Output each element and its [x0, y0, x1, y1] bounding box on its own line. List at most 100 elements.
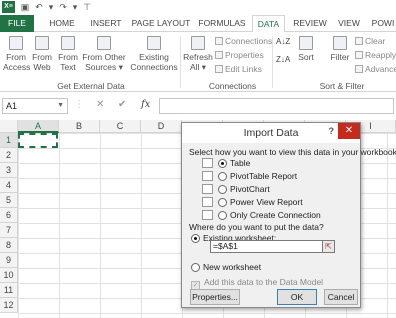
refresh-icon [191, 36, 205, 50]
sort-za-icon[interactable]: Z↓A [276, 54, 290, 65]
select-all-corner[interactable] [0, 120, 18, 133]
row-header[interactable]: 6 [0, 208, 18, 223]
properties-ribbon-button[interactable]: Properties [215, 50, 264, 61]
cell-reference-input[interactable]: =$A$1 [210, 240, 324, 253]
power-view-radio[interactable] [218, 198, 227, 207]
close-icon[interactable]: ✕ [338, 123, 360, 139]
view-option-table[interactable]: Table [202, 158, 250, 170]
row-header[interactable]: 5 [0, 193, 18, 208]
insert-function-icon[interactable]: fx [141, 99, 150, 110]
row-header[interactable]: 4 [0, 178, 18, 193]
view-option-pivottable[interactable]: PivotTable Report [202, 171, 297, 183]
column-header[interactable]: A [18, 120, 59, 133]
only-connection-radio[interactable] [218, 211, 227, 220]
data-model-checkbox[interactable]: ✓ Add this data to the Data Model [191, 277, 323, 290]
tab-data[interactable]: DATA [252, 15, 285, 33]
view-option-pivotchart[interactable]: PivotChart [202, 184, 270, 196]
existing-worksheet-radio[interactable] [191, 234, 200, 243]
column-header[interactable]: B [59, 120, 100, 133]
pivottable-icon [202, 171, 213, 181]
pivottable-radio[interactable] [218, 172, 227, 181]
connections-button[interactable]: Connections [215, 36, 272, 47]
row-header[interactable]: 1 [0, 133, 18, 148]
advanced-filter-button[interactable]: Advance [355, 64, 396, 75]
new-worksheet-radio[interactable] [191, 263, 200, 272]
properties-button[interactable]: Properties... [190, 289, 240, 305]
collapse-dialog-icon[interactable]: ⇱ [322, 240, 335, 253]
group-separator [180, 36, 181, 88]
undo-dropdown-icon[interactable]: ▾ [45, 1, 57, 13]
row-header[interactable]: 12 [0, 298, 18, 313]
more-icon: ⋮ [74, 99, 84, 110]
edit-links-icon [215, 65, 223, 73]
excel-app-icon: X≡ [2, 1, 15, 13]
from-web-button[interactable]: From Web [30, 36, 54, 72]
row-header[interactable]: 9 [0, 253, 18, 268]
undo-icon[interactable]: ↶ [33, 1, 45, 13]
refresh-all-button[interactable]: Refresh All ▾ [183, 36, 213, 72]
reapply-button[interactable]: Reapply [355, 50, 396, 61]
formula-input[interactable] [159, 98, 394, 114]
clear-filter-button[interactable]: Clear [355, 36, 385, 47]
redo-dropdown-icon[interactable]: ▾ [69, 1, 81, 13]
group-separator [272, 36, 273, 88]
connections-icon [215, 37, 223, 45]
where-prompt: Where do you want to put the data? [189, 222, 324, 232]
save-icon[interactable]: ▣ [19, 1, 31, 13]
import-data-dialog: Import Data ? ✕ Select how you want to v… [181, 122, 396, 308]
group-label-sort-filter: Sort & Filter [319, 81, 365, 91]
power-view-icon [202, 197, 213, 207]
existing-connections-button[interactable]: Existing Connections [130, 36, 178, 72]
ribbon-tabs: FILE HOME INSERT PAGE LAYOUT FORMULAS DA… [0, 15, 396, 33]
tab-home[interactable]: HOME [42, 15, 82, 32]
row-header[interactable]: 10 [0, 268, 18, 283]
view-option-power-view[interactable]: Power View Report [202, 197, 303, 209]
tab-file[interactable]: FILE [0, 15, 34, 32]
tab-insert[interactable]: INSERT [85, 15, 127, 32]
row-header[interactable]: 11 [0, 283, 18, 298]
advanced-filter-icon [355, 65, 363, 73]
row-header[interactable]: 8 [0, 238, 18, 253]
selected-cell-a1[interactable] [18, 133, 58, 148]
filter-button[interactable]: Filter [328, 36, 352, 62]
cancel-button[interactable]: Cancel [324, 289, 358, 305]
group-label-connections: Connections [208, 81, 257, 91]
view-option-only-connection[interactable]: Only Create Connection [202, 210, 321, 222]
row-header[interactable]: 7 [0, 223, 18, 238]
edit-links-button[interactable]: Edit Links [215, 64, 262, 75]
properties-icon [215, 51, 223, 59]
tab-formulas[interactable]: FORMULAS [195, 15, 249, 32]
name-box[interactable]: A1 ▼ [2, 98, 68, 114]
other-sources-icon [97, 36, 111, 50]
cancel-formula-icon[interactable]: ✕ [96, 99, 104, 110]
web-icon [35, 36, 49, 50]
tab-page-layout[interactable]: PAGE LAYOUT [130, 15, 192, 32]
redo-icon[interactable]: ↷ [57, 1, 69, 13]
row-header[interactable]: 3 [0, 163, 18, 178]
help-icon[interactable]: ? [329, 126, 335, 136]
customize-qat-icon[interactable]: ⊤ [81, 1, 93, 13]
column-header[interactable]: C [100, 120, 141, 133]
table-icon [202, 158, 213, 168]
group-label-get-external-data: Get External Data [57, 81, 125, 91]
from-other-sources-button[interactable]: From Other Sources ▾ [82, 36, 126, 72]
text-file-icon [61, 36, 75, 50]
tab-review[interactable]: REVIEW [289, 15, 331, 32]
ok-button[interactable]: OK [277, 289, 317, 305]
sort-az-icon[interactable]: A↓Z [276, 36, 290, 47]
clear-filter-icon [355, 37, 363, 45]
from-access-button[interactable]: From Access [3, 36, 30, 72]
name-box-dropdown-icon[interactable]: ▼ [57, 99, 64, 113]
sort-button[interactable]: Sort [296, 36, 316, 62]
tab-view[interactable]: VIEW [334, 15, 364, 32]
from-text-button[interactable]: From Text [56, 36, 80, 72]
view-prompt: Select how you want to view this data in… [189, 147, 396, 157]
table-radio[interactable] [218, 159, 227, 168]
new-worksheet-option[interactable]: New worksheet [191, 262, 261, 274]
row-header[interactable]: 2 [0, 148, 18, 163]
tab-power[interactable]: POWI [368, 15, 396, 32]
pivotchart-radio[interactable] [218, 185, 227, 194]
enter-formula-icon[interactable]: ✔ [118, 99, 126, 110]
funnel-icon [333, 36, 347, 50]
column-header[interactable]: D [141, 120, 182, 133]
